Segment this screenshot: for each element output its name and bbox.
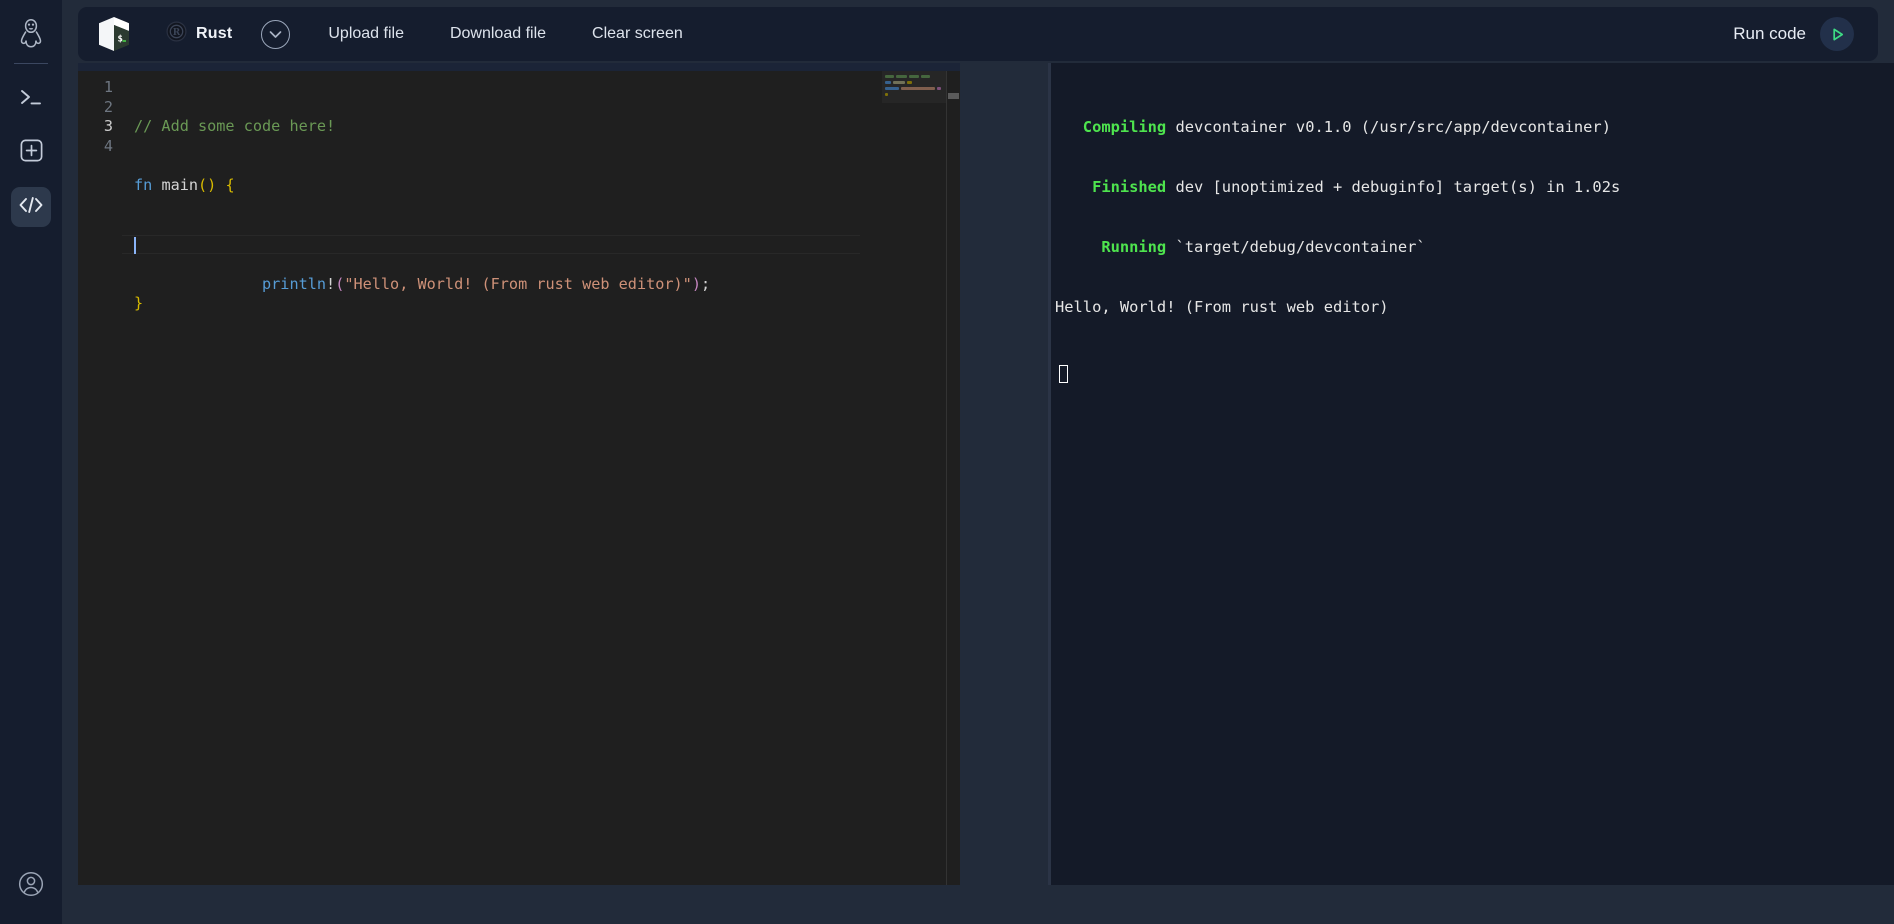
- terminal-text: Hello, World! (From rust web editor): [1055, 298, 1389, 316]
- code-token: // Add some code here!: [134, 117, 336, 136]
- terminal-output-pane[interactable]: Compiling devcontainer v0.1.0 (/usr/src/…: [1048, 63, 1894, 885]
- run-code-label: Run code: [1733, 24, 1806, 43]
- terminal-text: `target/debug/devcontainer`: [1166, 238, 1426, 256]
- code-line-active[interactable]: println!("Hello, World! (From rust web e…: [122, 234, 860, 293]
- code-editor-pane[interactable]: 1 2 3 4 // Add some code here! fn main()…: [78, 63, 960, 885]
- terminal-line: Running `target/debug/devcontainer`: [1051, 237, 1894, 257]
- app-root: $ R Rust Upload file Download file Clear…: [0, 0, 1894, 924]
- sidebar-account[interactable]: [0, 871, 62, 902]
- editor-topbar: [78, 63, 960, 71]
- code-token: ): [691, 274, 701, 293]
- code-token: {: [225, 175, 235, 194]
- code-line[interactable]: // Add some code here!: [122, 117, 960, 137]
- line-number: 3: [103, 117, 113, 136]
- chevron-down-icon[interactable]: [261, 19, 291, 49]
- editor-scrollbar-thumb[interactable]: [948, 93, 959, 99]
- block-cursor-icon: [1059, 365, 1068, 383]
- terminal-text: devcontainer v0.1.0 (/usr/src/app/devcon…: [1166, 118, 1611, 136]
- code-token: main: [161, 175, 199, 194]
- plus-box-icon: [20, 139, 43, 167]
- code-token: !: [326, 274, 336, 293]
- terminal-cursor-line: [1051, 357, 1894, 388]
- terminal-status: Compiling: [1055, 118, 1167, 136]
- minimap-slider[interactable]: [882, 71, 946, 103]
- code-token: ;: [700, 274, 711, 293]
- terminal-prompt-icon: [19, 87, 43, 112]
- code-token: fn: [134, 175, 153, 194]
- svg-text:$: $: [118, 35, 123, 45]
- terminal-line: Hello, World! (From rust web editor): [1051, 297, 1894, 317]
- line-number-gutter: 1 2 3 4: [78, 71, 122, 885]
- tux-penguin-logo[interactable]: [0, 8, 62, 60]
- line-number: 1: [103, 78, 113, 96]
- code-line[interactable]: fn main() {: [122, 176, 960, 196]
- terminal-status: Finished: [1055, 178, 1167, 196]
- terminal-status: Running: [1055, 238, 1167, 256]
- code-lines[interactable]: // Add some code here! fn main() { print…: [122, 71, 960, 885]
- text-caret: [134, 236, 136, 254]
- sidebar-divider: [14, 63, 48, 64]
- code-token: (: [335, 274, 345, 293]
- line-number: 4: [103, 136, 113, 155]
- upload-file-button[interactable]: Upload file: [328, 25, 404, 43]
- line-number: 2: [103, 97, 113, 116]
- devcontainer-cube-icon[interactable]: $: [94, 14, 134, 54]
- main-area: $ R Rust Upload file Download file Clear…: [62, 0, 1894, 924]
- play-triangle-icon[interactable]: [1820, 17, 1854, 51]
- terminal-text: dev [unoptimized + debuginfo] target(s) …: [1166, 178, 1621, 196]
- sidebar-item-code-editor[interactable]: [11, 187, 51, 227]
- language-name: Rust: [196, 25, 233, 42]
- language-selector[interactable]: R Rust: [166, 21, 232, 47]
- toolbar: $ R Rust Upload file Download file Clear…: [78, 7, 1878, 61]
- sidebar-item-terminal[interactable]: [11, 79, 51, 119]
- rust-gear-icon: R: [166, 21, 187, 47]
- user-avatar-icon: [18, 871, 44, 902]
- code-area[interactable]: 1 2 3 4 // Add some code here! fn main()…: [78, 71, 960, 885]
- code-brackets-icon: [18, 195, 44, 220]
- svg-text:R: R: [173, 28, 181, 38]
- run-code-button[interactable]: Run code: [1733, 17, 1854, 51]
- sidebar-item-new[interactable]: [11, 133, 51, 173]
- editor-minimap[interactable]: [882, 71, 946, 885]
- code-token: }: [134, 293, 144, 312]
- download-file-button[interactable]: Download file: [450, 25, 546, 43]
- terminal-line: Finished dev [unoptimized + debuginfo] t…: [1051, 177, 1894, 197]
- code-line[interactable]: }: [122, 294, 960, 314]
- toolbar-menu: Upload file Download file Clear screen: [328, 25, 682, 43]
- code-token: println: [262, 274, 327, 293]
- code-token: (): [198, 175, 217, 194]
- code-token: "Hello, World! (From rust web editor)": [344, 274, 692, 293]
- editor-scrollbar[interactable]: [947, 71, 960, 885]
- sidebar: [0, 0, 62, 924]
- terminal-line: Compiling devcontainer v0.1.0 (/usr/src/…: [1051, 117, 1894, 137]
- clear-screen-button[interactable]: Clear screen: [592, 25, 683, 43]
